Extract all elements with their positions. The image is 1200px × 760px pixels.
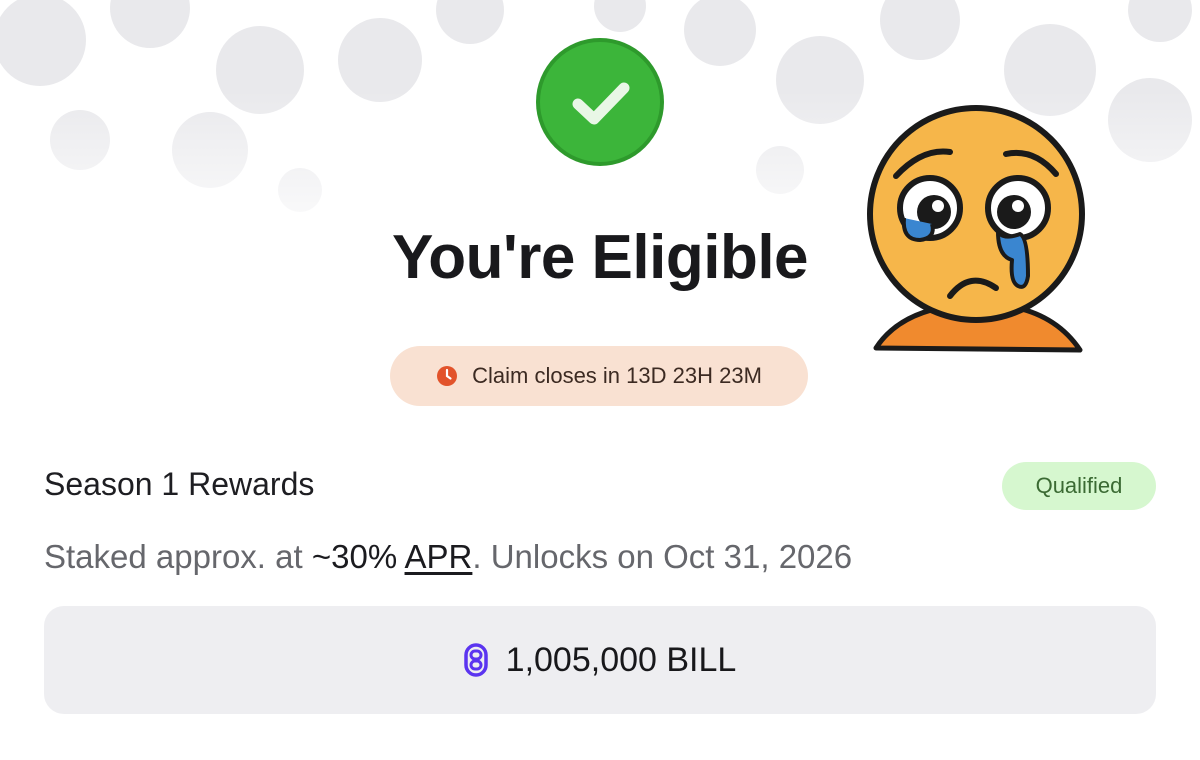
apr-link[interactable]: APR xyxy=(405,538,473,575)
reward-amount: 1,005,000 BILL xyxy=(505,640,737,679)
season-title: Season 1 Rewards xyxy=(44,466,315,502)
staking-info: Staked approx. at ~30% APR. Unlocks on O… xyxy=(44,538,852,576)
reward-amount-box: 1,005,000 BILL xyxy=(44,606,1156,714)
apr-value: ~30% xyxy=(311,538,398,575)
crying-face-icon xyxy=(867,105,1085,353)
unlock-text: . Unlocks on Oct 31, 2026 xyxy=(472,538,853,575)
clock-icon xyxy=(437,366,458,386)
staked-prefix: Staked approx. at xyxy=(44,538,312,575)
bill-token-icon xyxy=(463,643,488,677)
countdown-pill: Claim closes in 13D 23H 23M xyxy=(390,346,808,406)
qualified-badge: Qualified xyxy=(1002,462,1156,510)
countdown-text: Claim closes in 13D 23H 23M xyxy=(472,363,762,388)
check-circle-icon xyxy=(536,38,664,166)
